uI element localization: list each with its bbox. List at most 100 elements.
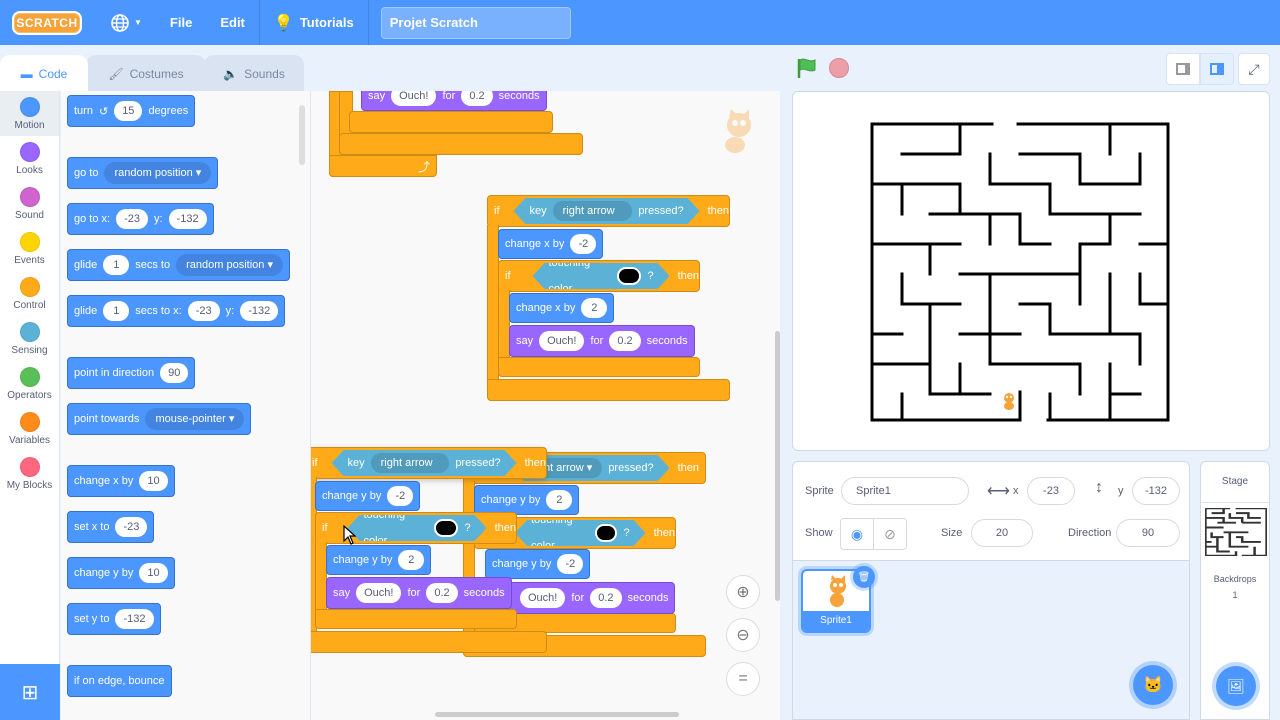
message-input[interactable]: Ouch! (520, 588, 566, 608)
target-dropdown[interactable]: random position ▾ (104, 162, 212, 184)
project-title-input[interactable]: Projet Scratch (380, 6, 571, 39)
sprite-name-input[interactable]: Sprite1 (841, 477, 969, 505)
zoom-in-button[interactable]: ⊕ (726, 575, 760, 609)
value-input[interactable]: 2 (581, 298, 608, 318)
category-looks[interactable]: Looks (0, 136, 59, 181)
block-set-x[interactable]: set x to -23 (67, 511, 155, 543)
target-dropdown[interactable]: random position ▾ (176, 254, 283, 276)
fullscreen-button[interactable]: ⤢ (1238, 53, 1270, 85)
touching-color-block[interactable]: touching color? (533, 263, 670, 289)
value-input[interactable]: -132 (115, 609, 154, 629)
green-flag-icon[interactable] (796, 57, 818, 79)
block-say-for[interactable]: say Ouch! for 0.2 seconds (361, 91, 547, 111)
secs-input[interactable]: 1 (103, 255, 130, 275)
if-block-right-inner[interactable]: if touching color? then (498, 260, 700, 292)
if-block-front-outer[interactable]: if key right arrow ▾ pressed? then (311, 447, 547, 479)
value-input[interactable]: 2 (546, 490, 573, 510)
block-point-in-direction[interactable]: point in direction 90 (67, 357, 196, 389)
choose-sprite-button[interactable]: 🐱 (1133, 665, 1173, 705)
x-input[interactable]: -23 (187, 301, 220, 321)
x-input[interactable]: -23 (116, 209, 148, 229)
edit-menu[interactable]: Edit (206, 0, 259, 45)
block-change-y[interactable]: change y by 10 (67, 557, 175, 589)
y-input[interactable]: -132 (240, 301, 279, 321)
value-input[interactable]: 10 (139, 471, 168, 491)
direction-input[interactable]: 90 (1116, 519, 1180, 547)
value-input[interactable]: 2 (398, 550, 425, 570)
category-sensing[interactable]: Sensing (0, 316, 59, 361)
language-menu[interactable]: ▼ (96, 0, 156, 45)
category-my-blocks[interactable]: My Blocks (0, 451, 59, 496)
block-say-for[interactable]: say Ouch! for 0.2 seconds (326, 577, 512, 609)
touching-color-block[interactable]: touching color? (348, 515, 487, 541)
block-change-x[interactable]: change x by -2 (498, 229, 604, 259)
direction-input[interactable]: 90 (160, 363, 189, 383)
secs-input[interactable]: 0.2 (590, 588, 622, 608)
tab-costumes[interactable]: 🖌 Costumes (86, 55, 206, 91)
value-input[interactable]: -2 (557, 554, 584, 574)
message-input[interactable]: Ouch! (356, 583, 402, 603)
add-extension-button[interactable]: ⊞ (0, 664, 60, 720)
block-bounce[interactable]: if on edge, bounce (67, 665, 172, 697)
scratch-logo[interactable]: SCRATCH (12, 10, 82, 35)
message-input[interactable]: Ouch! (539, 331, 585, 351)
color-swatch[interactable] (434, 519, 459, 537)
show-visible-button[interactable]: ◉ (840, 518, 874, 550)
stage-target-panel[interactable]: Stage Backdrops 1 🖼 (1200, 461, 1270, 720)
color-swatch[interactable] (617, 267, 641, 285)
block-change-y[interactable]: change y by 2 (326, 545, 432, 575)
tab-sounds[interactable]: 🔈 Sounds (204, 55, 304, 91)
block-glide-xy[interactable]: glide 1 secs to x: -23 y: -132 (67, 295, 286, 327)
sprite-cat[interactable] (1001, 392, 1017, 412)
key-dropdown[interactable]: right arrow ▾ (371, 453, 450, 473)
block-set-y[interactable]: set y to -132 (67, 603, 161, 635)
normal-stage-button[interactable] (1200, 53, 1234, 85)
secs-input[interactable]: 0.2 (426, 583, 458, 603)
block-glide-to[interactable]: glide 1 secs to random position ▾ (67, 249, 290, 281)
block-change-y[interactable]: change y by -2 (315, 481, 421, 511)
key-dropdown[interactable]: right arrow ▾ (553, 201, 633, 221)
target-dropdown[interactable]: mouse-pointer ▾ (145, 408, 245, 430)
block-go-to-xy[interactable]: go to x: -23 y: -132 (67, 203, 214, 235)
secs-input[interactable]: 0.2 (461, 91, 493, 106)
x-position-input[interactable]: -23 (1027, 477, 1075, 505)
small-stage-button[interactable] (1166, 53, 1200, 85)
category-sound[interactable]: Sound (0, 181, 59, 226)
category-events[interactable]: Events (0, 226, 59, 271)
y-input[interactable]: -132 (168, 209, 207, 229)
value-input[interactable]: -2 (387, 486, 414, 506)
zoom-reset-button[interactable]: = (726, 662, 760, 696)
choose-backdrop-button[interactable]: 🖼 (1216, 666, 1256, 706)
secs-input[interactable]: 1 (103, 301, 130, 321)
category-control[interactable]: Control (0, 271, 59, 316)
size-input[interactable]: 20 (971, 519, 1033, 547)
value-input[interactable]: -2 (570, 234, 597, 254)
block-turn[interactable]: turn ↺ 15 degrees (67, 95, 196, 127)
zoom-out-button[interactable]: ⊖ (726, 618, 760, 652)
value-input[interactable]: -23 (115, 517, 148, 537)
key-pressed-block[interactable]: key right arrow ▾ pressed? (514, 198, 700, 224)
workspace-horizontal-scrollbar[interactable] (435, 712, 679, 717)
category-motion[interactable]: Motion (0, 91, 59, 136)
palette-scrollbar[interactable] (299, 105, 305, 165)
show-hidden-button[interactable]: ⊘ (873, 518, 907, 550)
touching-color-block[interactable]: touching color? (515, 520, 646, 546)
code-workspace[interactable]: ⤴ say Ouch! for 0.2 seconds if key right … (311, 91, 780, 720)
block-change-y[interactable]: change y by -2 (485, 549, 591, 579)
stage-canvas[interactable] (792, 91, 1270, 451)
key-pressed-block[interactable]: key right arrow ▾ pressed? (332, 450, 517, 476)
category-variables[interactable]: Variables (0, 406, 59, 451)
block-say-for[interactable]: say Ouch! for 0.2 seconds (509, 325, 695, 357)
block-change-x[interactable]: change x by 2 (509, 293, 615, 323)
workspace-vertical-scrollbar[interactable] (775, 331, 780, 601)
value-input[interactable]: 10 (139, 563, 168, 583)
delete-sprite-button[interactable]: 🗑 (853, 566, 875, 588)
block-change-x[interactable]: change x by 10 (67, 465, 175, 497)
y-position-input[interactable]: -132 (1132, 477, 1180, 505)
category-operators[interactable]: Operators (0, 361, 59, 406)
tutorials-button[interactable]: 💡 Tutorials (260, 0, 368, 45)
if-block-right-outer[interactable]: if key right arrow ▾ pressed? then (487, 195, 730, 227)
block-change-y[interactable]: change y by 2 (474, 485, 580, 515)
block-point-towards[interactable]: point towards mouse-pointer ▾ (67, 403, 252, 435)
tab-code[interactable]: ▬ Code (0, 55, 88, 91)
